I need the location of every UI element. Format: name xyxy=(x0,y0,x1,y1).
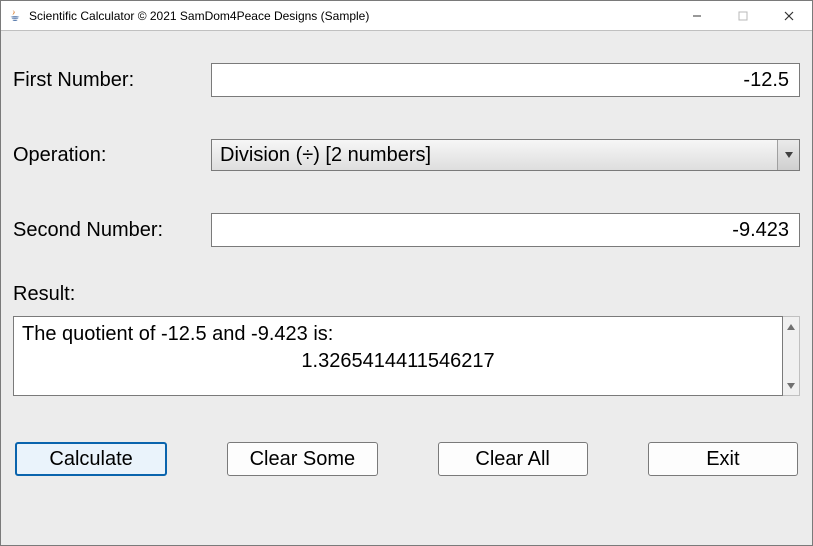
maximize-button[interactable] xyxy=(720,1,766,31)
result-section: Result: The quotient of -12.5 and -9.423… xyxy=(13,283,800,396)
second-number-input[interactable] xyxy=(211,213,800,247)
app-window: Scientific Calculator © 2021 SamDom4Peac… xyxy=(0,0,813,546)
result-line2: 1.3265414411546217 xyxy=(22,348,774,375)
chevron-down-icon xyxy=(777,140,799,170)
first-number-input[interactable] xyxy=(211,63,800,97)
calculate-button[interactable]: Calculate xyxy=(15,442,167,476)
titlebar: Scientific Calculator © 2021 SamDom4Peac… xyxy=(1,1,812,31)
content-area: First Number: Operation: Division (÷) [2… xyxy=(1,31,812,545)
exit-button[interactable]: Exit xyxy=(648,442,798,476)
second-number-row: Second Number: xyxy=(13,213,800,247)
first-number-row: First Number: xyxy=(13,63,800,97)
operation-label: Operation: xyxy=(13,144,211,167)
scroll-up-icon[interactable] xyxy=(784,319,799,334)
window-title: Scientific Calculator © 2021 SamDom4Peac… xyxy=(29,9,369,23)
first-number-label: First Number: xyxy=(13,69,211,92)
operation-select-value: Division (÷) [2 numbers] xyxy=(220,144,431,167)
button-row: Calculate Clear Some Clear All Exit xyxy=(13,442,800,476)
result-label: Result: xyxy=(13,283,800,306)
minimize-button[interactable] xyxy=(674,1,720,31)
result-scrollbar[interactable] xyxy=(783,316,800,396)
result-output: The quotient of -12.5 and -9.423 is: 1.3… xyxy=(13,316,783,396)
operation-row: Operation: Division (÷) [2 numbers] xyxy=(13,139,800,171)
second-number-label: Second Number: xyxy=(13,219,211,242)
clear-some-button[interactable]: Clear Some xyxy=(227,442,377,476)
result-wrap: The quotient of -12.5 and -9.423 is: 1.3… xyxy=(13,316,800,396)
clear-all-button[interactable]: Clear All xyxy=(438,442,588,476)
result-line1: The quotient of -12.5 and -9.423 is: xyxy=(22,321,774,348)
operation-select[interactable]: Division (÷) [2 numbers] xyxy=(211,139,800,171)
close-button[interactable] xyxy=(766,1,812,31)
scroll-down-icon[interactable] xyxy=(784,378,799,393)
java-app-icon xyxy=(7,8,23,24)
